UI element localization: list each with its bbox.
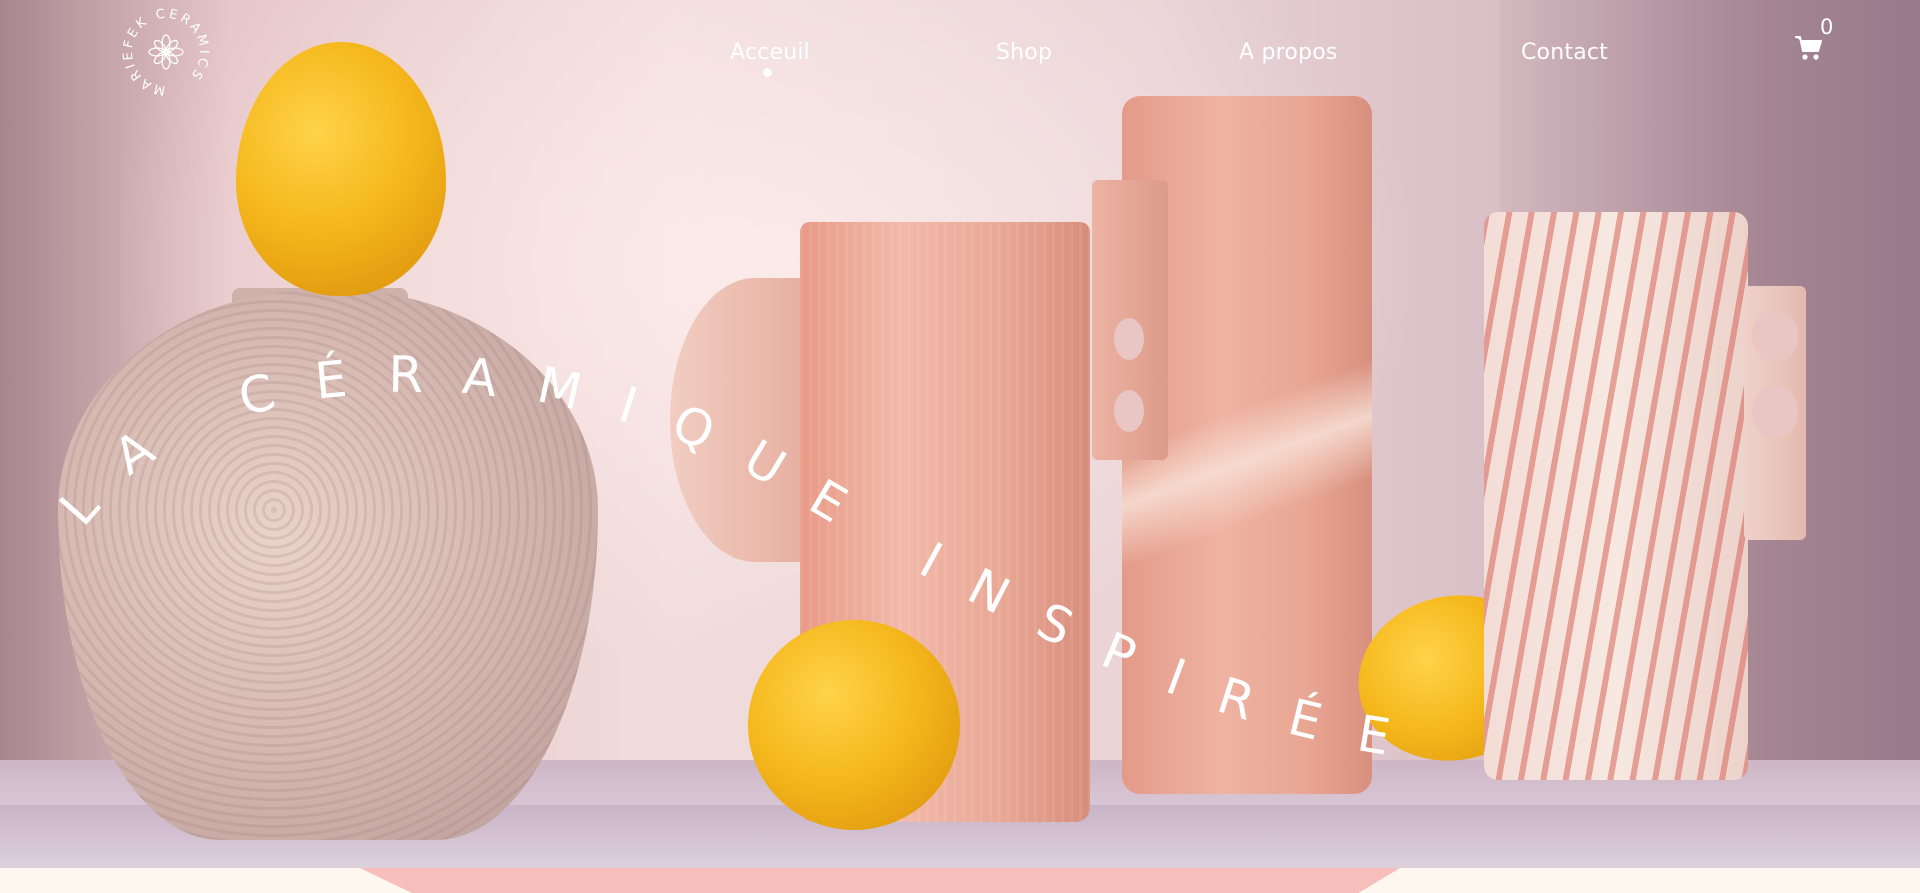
textured-vase (58, 290, 598, 840)
lemon-front (748, 620, 960, 830)
pink-decorative-shape (360, 868, 1400, 893)
nav-item-contact[interactable]: Contact (1521, 40, 1608, 65)
tall-vase-handle (1092, 180, 1168, 460)
marbled-mug (1484, 212, 1748, 780)
active-nav-indicator (763, 68, 772, 77)
nav-item-a-propos[interactable]: A propos (1239, 40, 1338, 65)
cart-count: 0 (1820, 15, 1834, 39)
nav-item-shop[interactable]: Shop (996, 40, 1052, 65)
main-nav: Acceuil Shop A propos Contact (0, 40, 1920, 80)
marbled-mug-handle (1744, 286, 1806, 540)
nav-item-acceuil[interactable]: Acceuil (730, 40, 810, 65)
hero-banner: LA CÉRAMIQUE INSPIRÉE (0, 0, 1920, 868)
